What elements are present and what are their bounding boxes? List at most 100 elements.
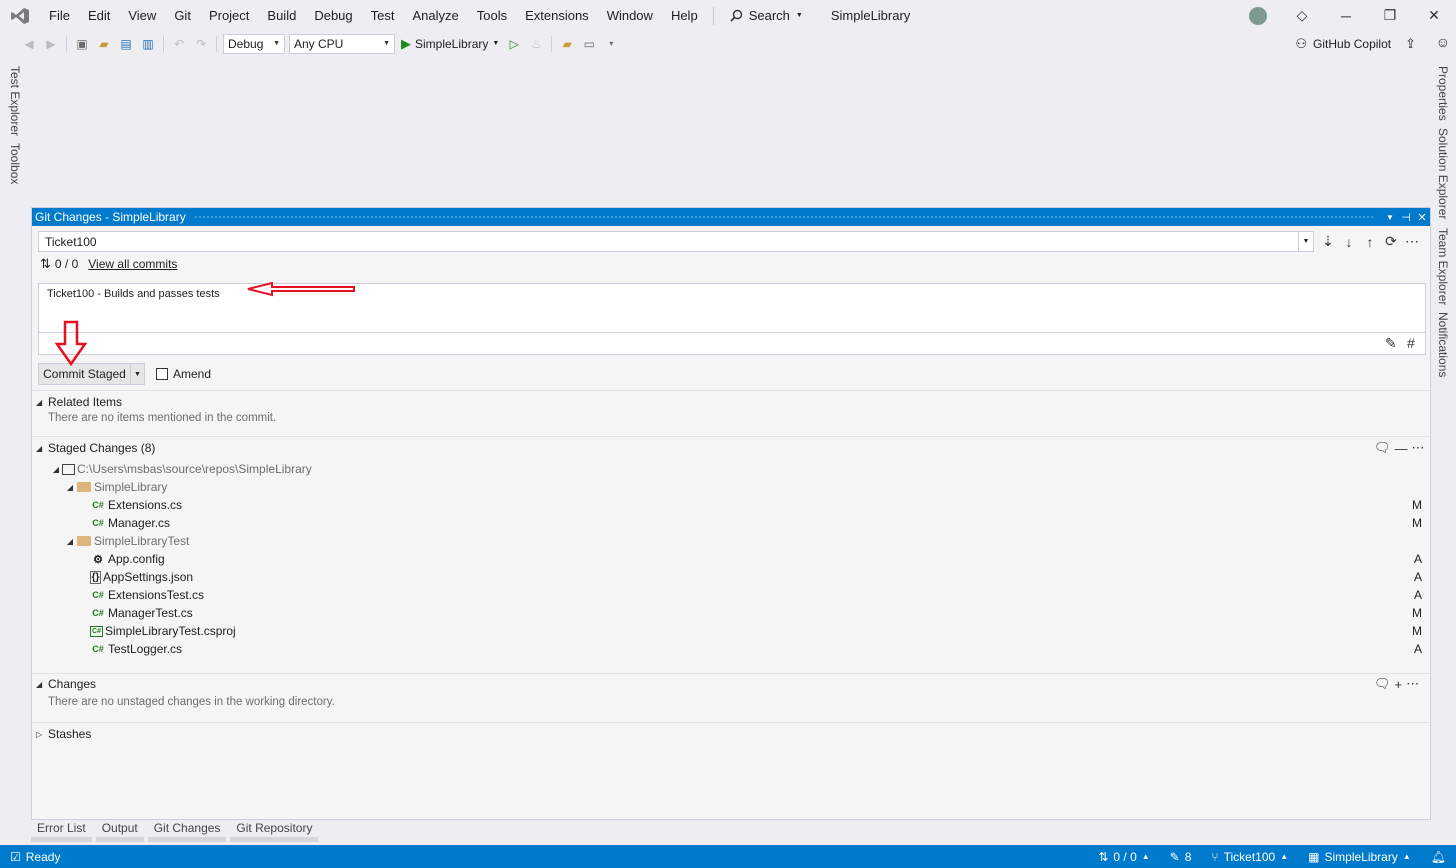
- file-row[interactable]: {} AppSettings.json A: [50, 568, 1430, 586]
- changes-header[interactable]: ◢ Changes: [36, 676, 96, 692]
- git-changes-tab[interactable]: Git Changes: [147, 820, 227, 842]
- chevron-up-icon: ▲: [1402, 852, 1411, 861]
- file-row[interactable]: ⚙ App.config A: [50, 550, 1430, 568]
- search-box[interactable]: Search ▼: [720, 8, 813, 23]
- save-all-icon[interactable]: ▥: [138, 34, 158, 54]
- menu-project[interactable]: Project: [200, 0, 258, 31]
- branch-selector[interactable]: Ticket100: [38, 231, 1314, 252]
- layout-icon[interactable]: ▭: [579, 34, 599, 54]
- team-explorer-tab[interactable]: Team Explorer: [1436, 228, 1450, 305]
- close-window-icon[interactable]: ✕: [1412, 0, 1456, 31]
- back-icon[interactable]: ◀: [19, 34, 39, 54]
- platform-dropdown[interactable]: Any CPU ▼: [289, 33, 395, 54]
- menu-debug[interactable]: Debug: [305, 0, 361, 31]
- restore-icon[interactable]: ❐: [1368, 0, 1412, 31]
- git-repository-tab[interactable]: Git Repository: [230, 820, 319, 842]
- unstage-all-icon[interactable]: —: [1395, 441, 1408, 456]
- menu-tools[interactable]: Tools: [468, 0, 516, 31]
- pin-icon[interactable]: ⊣: [1398, 211, 1414, 224]
- visual-studio-logo-icon[interactable]: [0, 0, 40, 31]
- fetch-icon[interactable]: ⇣: [1320, 233, 1336, 250]
- changes-more-icon[interactable]: ⋯: [1406, 676, 1419, 692]
- file-row[interactable]: C# Manager.cs M: [50, 514, 1430, 532]
- staged-more-icon[interactable]: ⋯: [1412, 440, 1425, 456]
- pull-icon[interactable]: ↓: [1341, 234, 1357, 250]
- view-all-commits-link[interactable]: View all commits: [88, 257, 177, 271]
- more-actions-icon[interactable]: ⋯: [1404, 233, 1420, 250]
- test-explorer-tab[interactable]: Test Explorer: [8, 66, 22, 136]
- minimize-icon[interactable]: ─: [1324, 0, 1368, 31]
- stage-all-icon[interactable]: +: [1395, 677, 1403, 692]
- pane-title-bar[interactable]: Git Changes - SimpleLibrary ▼ ⊣ ✕: [32, 208, 1430, 226]
- browse-folder-icon[interactable]: ▰: [557, 34, 577, 54]
- file-name: ManagerTest.cs: [108, 606, 193, 620]
- menu-extensions[interactable]: Extensions: [516, 0, 598, 31]
- file-row[interactable]: C# TestLogger.cs A: [50, 640, 1430, 658]
- stashes-header[interactable]: ▷ Stashes: [36, 726, 91, 742]
- menu-test[interactable]: Test: [362, 0, 404, 31]
- menu-help[interactable]: Help: [662, 0, 707, 31]
- sync-icon[interactable]: ⟳: [1383, 233, 1399, 250]
- menu-window[interactable]: Window: [598, 0, 662, 31]
- account-avatar[interactable]: [1236, 0, 1280, 31]
- solution-explorer-tab[interactable]: Solution Explorer: [1436, 128, 1450, 219]
- related-items-header[interactable]: ◢ Related Items: [36, 394, 122, 410]
- generate-message-icon[interactable]: ✎: [1385, 335, 1397, 352]
- sync-status[interactable]: ⇅ 0 / 0 ▲: [1088, 850, 1159, 864]
- chevron-down-icon: ▼: [273, 40, 280, 47]
- staged-changes-header[interactable]: ◢ Staged Changes (8): [36, 440, 155, 456]
- commit-staged-button[interactable]: Commit Staged ▼: [38, 363, 145, 385]
- toolbox-tab[interactable]: Toolbox: [8, 143, 22, 184]
- branch-status[interactable]: ⑂ Ticket100 ▲: [1201, 850, 1298, 864]
- branch-dropdown-chevron-icon[interactable]: ▼: [1298, 231, 1314, 252]
- folder-node[interactable]: ◢ SimpleLibrary: [50, 478, 1430, 496]
- commit-message-input[interactable]: Ticket100 - Builds and passes tests: [38, 283, 1426, 333]
- file-row[interactable]: C# ManagerTest.cs M: [50, 604, 1430, 622]
- menu-view[interactable]: View: [119, 0, 165, 31]
- forward-icon[interactable]: ▶: [41, 34, 61, 54]
- configuration-dropdown[interactable]: Debug ▼: [223, 33, 285, 54]
- left-tool-rail: Test Explorer Toolbox: [0, 60, 24, 840]
- menu-file[interactable]: File: [40, 0, 79, 31]
- save-icon[interactable]: ▤: [116, 34, 136, 54]
- share-icon[interactable]: ⇪: [1405, 36, 1416, 52]
- undo-icon[interactable]: ↶: [169, 34, 189, 54]
- start-debugging-button[interactable]: ▶ SimpleLibrary ▼: [397, 36, 503, 52]
- feedback-icon[interactable]: ☺: [1436, 34, 1450, 50]
- output-tab[interactable]: Output: [95, 820, 144, 842]
- create-pr-comment-icon[interactable]: 🗨: [1374, 676, 1391, 692]
- file-row[interactable]: C# SimpleLibraryTest.csproj M: [50, 622, 1430, 640]
- repository-status[interactable]: ▦ SimpleLibrary ▲: [1298, 850, 1421, 864]
- reference-hash-icon[interactable]: #: [1407, 335, 1415, 351]
- menu-git[interactable]: Git: [165, 0, 200, 31]
- create-pr-comment-icon[interactable]: 🗨: [1374, 440, 1391, 456]
- premium-diamond-icon[interactable]: ◇: [1280, 0, 1324, 31]
- github-copilot-button[interactable]: ⚇ GitHub Copilot ⇪: [1295, 31, 1416, 56]
- amend-checkbox[interactable]: Amend: [156, 367, 211, 381]
- error-list-tab[interactable]: Error List: [31, 820, 92, 842]
- hot-reload-icon[interactable]: ♨: [526, 34, 546, 54]
- notifications-bell[interactable]: 🔔︎: [1421, 850, 1456, 864]
- amend-checkbox-box[interactable]: [156, 368, 168, 380]
- menu-analyze[interactable]: Analyze: [403, 0, 467, 31]
- file-name: Manager.cs: [108, 516, 171, 530]
- menu-edit[interactable]: Edit: [79, 0, 119, 31]
- window-position-icon[interactable]: ▼: [1382, 213, 1398, 222]
- folder-node[interactable]: ◢ SimpleLibraryTest: [50, 532, 1430, 550]
- pending-changes-status[interactable]: ✎ 8: [1160, 850, 1202, 864]
- redo-icon[interactable]: ↷: [191, 34, 211, 54]
- open-folder-icon[interactable]: ▰: [94, 34, 114, 54]
- file-row[interactable]: C# ExtensionsTest.cs A: [50, 586, 1430, 604]
- properties-tab[interactable]: Properties: [1436, 66, 1450, 121]
- push-icon[interactable]: ↑: [1362, 234, 1378, 250]
- notifications-tab[interactable]: Notifications: [1436, 312, 1450, 377]
- commit-options-chevron-icon[interactable]: ▼: [130, 364, 144, 384]
- sync-arrows-icon: ⇅: [1098, 849, 1109, 864]
- toolbar-overflow-icon[interactable]: ▾: [601, 34, 621, 54]
- file-row[interactable]: C# Extensions.cs M: [50, 496, 1430, 514]
- new-project-icon[interactable]: ▣: [72, 34, 92, 54]
- close-pane-icon[interactable]: ✕: [1414, 211, 1430, 224]
- menu-build[interactable]: Build: [258, 0, 305, 31]
- repo-node[interactable]: ◢ C:\Users\msbas\source\repos\SimpleLibr…: [50, 460, 1430, 478]
- start-without-debugging-icon[interactable]: ▷: [504, 34, 524, 54]
